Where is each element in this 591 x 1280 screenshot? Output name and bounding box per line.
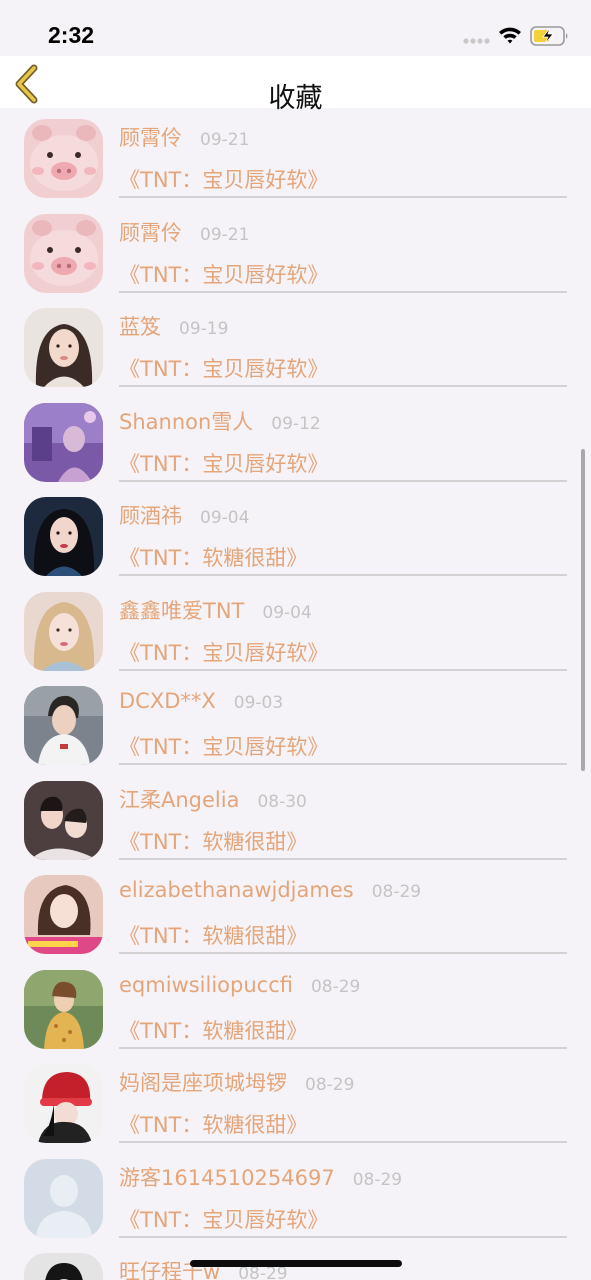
user-name: 顾霄伶 xyxy=(119,220,182,245)
avatar xyxy=(24,1064,103,1143)
favorite-item[interactable]: 顾酒祎 09-04 《TNT：软糖很甜》 xyxy=(0,486,591,581)
divider xyxy=(119,196,567,198)
avatar xyxy=(24,969,103,1049)
date-label: 08-30 xyxy=(257,791,307,812)
favorites-list[interactable]: 顾霄伶 09-21 《TNT：宝贝唇好软》 顾霄伶 09-21 《TNT：宝贝唇好软… xyxy=(0,108,591,1280)
divider xyxy=(119,763,567,765)
date-label: 09-03 xyxy=(233,693,284,713)
user-name: elizabethanawjdjames xyxy=(119,878,354,902)
user-name: 江柔Angelia xyxy=(119,787,240,812)
user-name: 游客1614510254697 xyxy=(119,1165,335,1190)
battery-charging-icon xyxy=(530,26,568,46)
user-name: 顾霄伶 xyxy=(119,126,182,150)
avatar xyxy=(24,1253,103,1280)
avatar xyxy=(24,402,103,482)
avatar xyxy=(24,119,103,198)
favorite-item[interactable]: 游客1614510254697 08-29 《TNT：宝贝唇好软》 xyxy=(0,1148,591,1243)
user-name: eqmiwsiliopuccfi xyxy=(119,972,293,997)
avatar xyxy=(24,213,103,293)
divider xyxy=(119,479,567,482)
status-bar: 2:32 xyxy=(0,0,591,56)
story-title: 《TNT：宝贝唇好软》 xyxy=(119,1207,329,1232)
favorite-item[interactable]: eqmiwsiliopuccfi 08-29 《TNT：软糖很甜》 xyxy=(0,959,591,1054)
avatar xyxy=(24,686,103,765)
date-label: 09-12 xyxy=(271,413,321,434)
avatar xyxy=(24,1158,103,1238)
avatar xyxy=(24,591,103,671)
date-label: 08-29 xyxy=(310,976,361,997)
favorite-item[interactable]: elizabethanawjdjames 08-29 《TNT：软糖很甜》 xyxy=(0,864,591,959)
scrollbar[interactable] xyxy=(581,449,585,771)
date-label: 09-21 xyxy=(200,130,250,150)
status-time: 2:32 xyxy=(48,22,95,48)
user-name: 妈阁是座项城坶锣 xyxy=(119,1071,287,1095)
favorite-item[interactable]: 顾霄伶 09-21 《TNT：宝贝唇好软》 xyxy=(0,108,591,203)
user-name: Shannon雪人 xyxy=(119,409,254,434)
divider xyxy=(119,574,567,576)
favorite-item[interactable]: DCXD**X 09-03 《TNT：宝贝唇好软》 xyxy=(0,675,591,770)
wifi-icon xyxy=(499,27,521,44)
favorite-item[interactable]: 顾霄伶 09-21 《TNT：宝贝唇好软》 xyxy=(0,203,591,298)
favorite-item[interactable]: 妈阁是座项城坶锣 08-29 《TNT：软糖很甜》 xyxy=(0,1053,591,1148)
story-title: 《TNT：宝贝唇好软》 xyxy=(119,640,329,665)
user-name: 顾酒祎 xyxy=(119,504,182,528)
divider xyxy=(119,1046,567,1049)
date-label: 09-04 xyxy=(262,602,312,623)
favorite-item[interactable]: 蓝笈 09-19 《TNT：宝贝唇好软》 xyxy=(0,297,591,392)
date-label: 09-04 xyxy=(200,508,250,528)
divider xyxy=(119,290,567,293)
divider xyxy=(119,385,567,387)
date-label: 08-29 xyxy=(352,1169,403,1190)
date-label: 08-29 xyxy=(371,882,422,902)
avatar xyxy=(24,497,103,576)
avatar xyxy=(24,308,103,387)
divider xyxy=(119,668,567,671)
avatar xyxy=(24,875,103,954)
story-title: 《TNT：软糖很甜》 xyxy=(119,924,308,948)
cellular-signal-icon xyxy=(463,38,490,44)
date-label: 09-21 xyxy=(200,224,250,245)
divider xyxy=(119,857,567,860)
story-title: 《TNT：宝贝唇好软》 xyxy=(119,357,329,381)
user-name: 蓝笈 xyxy=(119,315,161,339)
story-title: 《TNT：宝贝唇好软》 xyxy=(119,451,329,476)
user-name: 鑫鑫唯爱TNT xyxy=(119,598,245,623)
date-label: 09-19 xyxy=(179,319,229,339)
story-title: 《TNT：软糖很甜》 xyxy=(119,1018,308,1043)
story-title: 《TNT：软糖很甜》 xyxy=(119,1113,308,1137)
user-name: DCXD**X xyxy=(119,689,216,713)
story-title: 《TNT：软糖很甜》 xyxy=(119,546,308,570)
story-title: 《TNT：宝贝唇好软》 xyxy=(119,262,329,287)
divider xyxy=(119,1141,567,1143)
divider xyxy=(119,1235,567,1238)
default-avatar-icon xyxy=(24,1158,103,1238)
date-label: 08-29 xyxy=(305,1075,355,1095)
favorite-item[interactable]: 江柔Angelia 08-30 《TNT：软糖很甜》 xyxy=(0,770,591,865)
favorite-item[interactable]: 鑫鑫唯爱TNT 09-04 《TNT：宝贝唇好软》 xyxy=(0,581,591,676)
divider xyxy=(119,952,567,954)
story-title: 《TNT：软糖很甜》 xyxy=(119,829,308,854)
story-title: 《TNT：宝贝唇好软》 xyxy=(119,735,329,759)
favorite-item[interactable]: Shannon雪人 09-12 《TNT：宝贝唇好软》 xyxy=(0,392,591,487)
avatar xyxy=(24,780,103,860)
home-indicator[interactable] xyxy=(190,1260,402,1267)
story-title: 《TNT：宝贝唇好软》 xyxy=(119,168,329,192)
